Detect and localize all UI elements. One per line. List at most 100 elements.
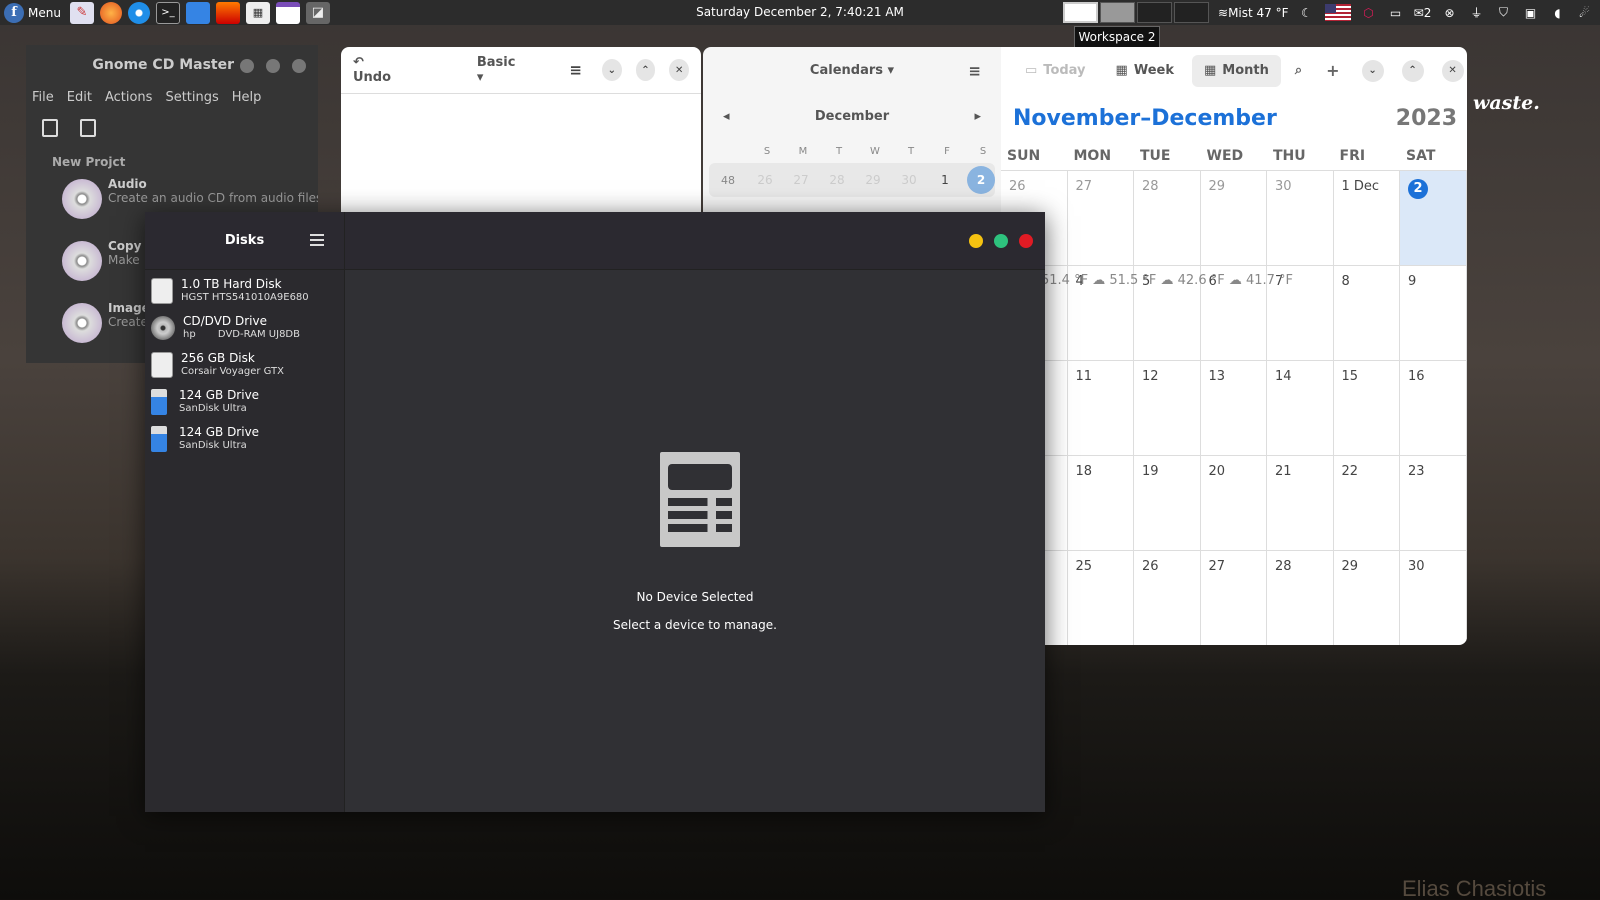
day-cell[interactable]: 8 [1334, 266, 1400, 360]
hamburger-menu-icon[interactable]: ≡ [968, 62, 981, 80]
mini-day[interactable]: 28 [819, 173, 855, 187]
workspace-3[interactable] [1137, 2, 1172, 23]
day-cell[interactable]: 23 [1400, 456, 1467, 550]
us-flag-icon[interactable] [1324, 4, 1351, 21]
day-cell[interactable]: 16 [1400, 361, 1467, 455]
previous-month-icon[interactable]: ◂ [723, 109, 730, 124]
day-cell[interactable]: 1 Dec [1334, 171, 1400, 265]
security-app-icon[interactable]: ⬡ [1360, 4, 1378, 22]
day-cell[interactable]: 11 [1068, 361, 1134, 455]
close-button[interactable] [292, 59, 306, 73]
drive-item[interactable]: 124 GB Drive SanDisk Ultra [145, 383, 344, 420]
files-icon[interactable] [185, 1, 210, 24]
calculator-icon[interactable]: ▦ [245, 1, 270, 24]
drive-item[interactable]: 124 GB Drive SanDisk Ultra [145, 420, 344, 457]
red-app-icon[interactable] [215, 1, 240, 24]
close-icon[interactable]: ✕ [669, 59, 690, 81]
drive-item[interactable]: 1.0 TB Hard Disk HGST HTS541010A9E680 [145, 272, 344, 309]
month-view-button[interactable]: ▦ Month [1191, 54, 1281, 87]
day-cell[interactable]: 27 [1201, 551, 1267, 645]
day-cell[interactable]: 28 [1267, 551, 1334, 645]
day-cell[interactable]: 15 [1334, 361, 1400, 455]
day-cell[interactable]: 26 [1134, 551, 1201, 645]
minimize-button[interactable] [969, 234, 983, 248]
thunderbird-icon[interactable] [127, 1, 150, 24]
search-icon[interactable]: ⌕ [1295, 63, 1302, 78]
workspace-1[interactable] [1063, 2, 1098, 23]
day-cell-today[interactable]: 2 [1400, 171, 1467, 265]
workspace-4[interactable] [1174, 2, 1209, 23]
text-editor-icon[interactable]: ✎ [69, 1, 94, 24]
battery-icon[interactable]: ▣ [1522, 4, 1540, 22]
undo-button[interactable]: ↶ Undo [353, 55, 401, 85]
new-document-icon[interactable] [42, 119, 58, 137]
next-month-icon[interactable]: ▸ [974, 109, 981, 124]
firefox-icon[interactable] [99, 1, 122, 24]
day-cell[interactable]: 29 [1201, 171, 1267, 265]
drive-item[interactable]: CD/DVD Drive hp DVD-RAM UJ8DB [145, 309, 344, 346]
calendar-icon[interactable] [275, 1, 300, 24]
menu-settings[interactable]: Settings [165, 90, 218, 105]
menu-file[interactable]: File [32, 90, 54, 105]
close-button[interactable] [1019, 234, 1033, 248]
volume-icon[interactable]: ◖ [1549, 4, 1567, 22]
weather-applet[interactable]: ≋Mist 47 °F [1218, 6, 1289, 20]
calendars-dropdown[interactable]: Calendars ▾ [810, 63, 894, 78]
menu-help[interactable]: Help [232, 90, 262, 105]
week-view-button[interactable]: ▦ Week [1104, 55, 1186, 87]
day-cell[interactable]: 13 [1201, 361, 1267, 455]
hamburger-menu-icon[interactable]: ≡ [569, 61, 582, 79]
close-circle-icon[interactable]: ⊗ [1441, 4, 1459, 22]
close-icon[interactable]: ✕ [1441, 59, 1464, 82]
day-cell[interactable]: 9 [1400, 266, 1467, 360]
maximize-button[interactable] [994, 234, 1008, 248]
shield-icon[interactable]: ⛉ [1495, 4, 1513, 22]
mini-day-today[interactable]: 2 [967, 166, 995, 194]
day-cell[interactable]: 21 [1267, 456, 1334, 550]
day-cell[interactable]: 30 [1267, 171, 1334, 265]
network-icon[interactable]: ☄ [1576, 4, 1594, 22]
day-cell[interactable]: 12 [1134, 361, 1201, 455]
menu-actions[interactable]: Actions [105, 90, 153, 105]
menu-button[interactable]: f Menu [0, 0, 67, 25]
minimize-button[interactable] [240, 59, 254, 73]
calendar-title-row: November–December 2023 [1001, 94, 1467, 142]
mini-dow-row: S M T W T F S [703, 139, 1001, 163]
mini-day[interactable]: 26 [747, 173, 783, 187]
day-cell[interactable]: 29 [1334, 551, 1400, 645]
mini-day[interactable]: 29 [855, 173, 891, 187]
chevron-down-icon[interactable]: ⌄ [601, 59, 622, 81]
day-cell[interactable]: 18 [1068, 456, 1134, 550]
day-cell[interactable]: 14 [1267, 361, 1334, 455]
screenshot-icon[interactable]: ◪ [305, 1, 330, 24]
menu-edit[interactable]: Edit [67, 90, 92, 105]
day-cell[interactable]: 30 [1400, 551, 1467, 645]
today-button[interactable]: ▭ Today [1013, 55, 1098, 87]
mode-dropdown[interactable]: Basic ▾ [477, 55, 521, 85]
drive-item[interactable]: 256 GB Disk Corsair Voyager GTX [145, 346, 344, 383]
day-cell[interactable]: 28 [1134, 171, 1201, 265]
open-document-icon[interactable] [80, 119, 96, 137]
terminal-icon[interactable]: >_ [155, 1, 180, 24]
dow: M [798, 145, 808, 157]
day-cell[interactable]: 20 [1201, 456, 1267, 550]
mini-day[interactable]: 30 [891, 173, 927, 187]
add-event-icon[interactable]: + [1326, 61, 1339, 80]
day-cell[interactable]: 19 [1134, 456, 1201, 550]
mini-day[interactable]: 1 [927, 173, 963, 187]
chevron-up-icon[interactable]: ⌃ [635, 59, 656, 81]
drive-icon[interactable]: ▭ [1387, 4, 1405, 22]
day-cell[interactable]: 22 [1334, 456, 1400, 550]
chevron-up-icon[interactable]: ⌃ [1401, 59, 1424, 82]
usb-icon[interactable]: ⏚ [1468, 4, 1486, 22]
moon-icon[interactable]: ☾ [1298, 4, 1316, 22]
hamburger-menu-icon[interactable] [310, 234, 324, 246]
day-cell[interactable]: 25 [1068, 551, 1134, 645]
clock-text[interactable]: Saturday December 2, 7:40:21 AM [696, 5, 904, 19]
day-cell[interactable]: 27 [1068, 171, 1134, 265]
chevron-down-icon[interactable]: ⌄ [1361, 59, 1384, 82]
notifications-icon[interactable]: ✉ 2 [1414, 4, 1432, 22]
maximize-button[interactable] [266, 59, 280, 73]
mini-day[interactable]: 27 [783, 173, 819, 187]
workspace-2[interactable] [1100, 2, 1135, 23]
